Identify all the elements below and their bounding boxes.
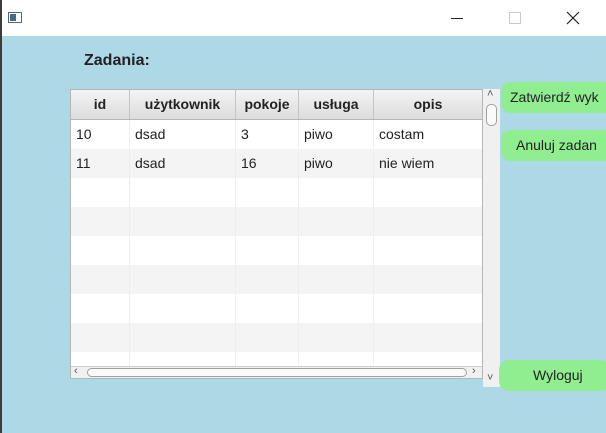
scroll-right-icon[interactable]: › <box>472 365 476 377</box>
vertical-scroll-thumb[interactable] <box>486 104 497 126</box>
scroll-up-icon[interactable]: ˄ <box>487 88 493 100</box>
application-window: Zadania: id użytkownik pokoje usługa opi… <box>2 0 606 433</box>
cell-description <box>374 207 482 236</box>
cell-description: nie wiem <box>374 149 482 178</box>
tasks-table[interactable]: id użytkownik pokoje usługa opis 10 dsad… <box>70 89 483 379</box>
cell-user: dsad <box>130 149 236 178</box>
title-bar <box>2 0 606 36</box>
cell-description <box>374 294 482 323</box>
cell-description <box>374 236 482 265</box>
cell-rooms <box>236 352 299 367</box>
cell-rooms: 3 <box>236 120 299 149</box>
cell-id: 11 <box>71 149 130 178</box>
maximize-button[interactable] <box>492 0 538 36</box>
table-row[interactable] <box>71 265 482 294</box>
table-header: id użytkownik pokoje usługa opis <box>71 90 482 120</box>
cell-id <box>71 294 130 323</box>
confirm-task-button[interactable]: Zatwierdź wyk <box>501 82 606 113</box>
cell-user <box>130 352 236 367</box>
maximize-icon <box>509 12 521 24</box>
cell-description: costam <box>374 120 482 149</box>
cell-service <box>299 323 374 352</box>
cell-rooms <box>236 207 299 236</box>
cell-service <box>299 265 374 294</box>
cell-user <box>130 323 236 352</box>
cell-id <box>71 352 130 367</box>
cell-rooms <box>236 323 299 352</box>
cell-user <box>130 236 236 265</box>
cell-rooms <box>236 178 299 207</box>
cell-id <box>71 323 130 352</box>
minimize-button[interactable] <box>434 0 480 36</box>
cell-user <box>130 294 236 323</box>
cell-service <box>299 236 374 265</box>
cell-rooms <box>236 265 299 294</box>
vertical-scrollbar[interactable]: ˄ ˅ <box>483 88 500 387</box>
table-body: 10 dsad 3 piwo costam 11 dsad 16 piwo ni… <box>71 120 482 367</box>
cell-id <box>71 236 130 265</box>
minimize-icon <box>451 18 463 19</box>
cell-service: piwo <box>299 120 374 149</box>
table-row[interactable] <box>71 236 482 265</box>
cell-id <box>71 207 130 236</box>
tasks-heading: Zadania: <box>84 52 150 69</box>
cell-service <box>299 352 374 367</box>
cell-description <box>374 323 482 352</box>
cell-service <box>299 294 374 323</box>
cell-user: dsad <box>130 120 236 149</box>
table-row[interactable]: 10 dsad 3 piwo costam <box>71 120 482 149</box>
table-row[interactable]: 11 dsad 16 piwo nie wiem <box>71 149 482 178</box>
table-row[interactable] <box>71 178 482 207</box>
table-row[interactable] <box>71 352 482 367</box>
horizontal-scrollbar[interactable]: ‹ › <box>71 365 482 378</box>
close-icon <box>566 11 580 25</box>
table-row[interactable] <box>71 207 482 236</box>
logout-button[interactable]: Wyloguj <box>499 360 606 391</box>
cell-rooms: 16 <box>236 149 299 178</box>
table-row[interactable] <box>71 294 482 323</box>
cell-id <box>71 178 130 207</box>
column-header-id[interactable]: id <box>71 90 130 119</box>
scroll-down-icon[interactable]: ˅ <box>487 372 493 384</box>
table-row[interactable] <box>71 323 482 352</box>
cell-description <box>374 178 482 207</box>
column-header-service[interactable]: usługa <box>299 90 374 119</box>
cell-user <box>130 265 236 294</box>
column-header-rooms[interactable]: pokoje <box>236 90 299 119</box>
app-window-icon <box>8 12 22 23</box>
cell-description <box>374 352 482 367</box>
scroll-left-icon[interactable]: ‹ <box>74 365 78 377</box>
cell-service: piwo <box>299 149 374 178</box>
cell-description <box>374 265 482 294</box>
cell-id: 10 <box>71 120 130 149</box>
cell-service <box>299 178 374 207</box>
horizontal-scroll-thumb[interactable] <box>87 368 467 377</box>
close-button[interactable] <box>550 0 596 36</box>
column-header-user[interactable]: użytkownik <box>130 90 236 119</box>
column-header-description[interactable]: opis <box>374 90 482 119</box>
cell-rooms <box>236 294 299 323</box>
cell-id <box>71 265 130 294</box>
cell-service <box>299 207 374 236</box>
cell-user <box>130 207 236 236</box>
cell-user <box>130 178 236 207</box>
cancel-task-button[interactable]: Anuluj zadan <box>501 130 606 161</box>
cell-rooms <box>236 236 299 265</box>
